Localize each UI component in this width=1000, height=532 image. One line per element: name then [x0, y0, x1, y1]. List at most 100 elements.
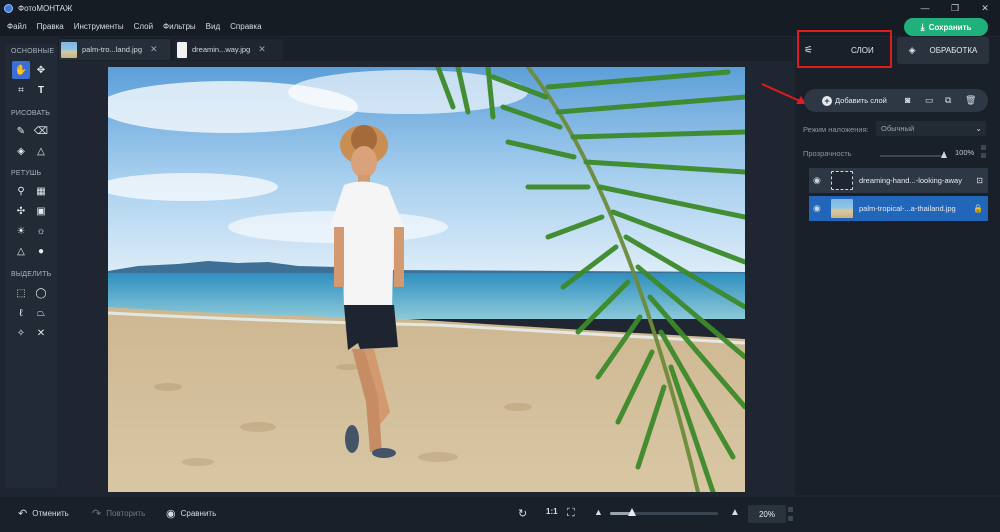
move-icon[interactable]: ✥ [32, 61, 50, 79]
blend-mode-select[interactable]: Обычный ⌄ [876, 121, 986, 136]
save-button[interactable]: ⤓ Сохранить [904, 18, 988, 36]
lock-icon[interactable]: 🔒 [973, 204, 983, 213]
eye-icon: ◉ [166, 508, 176, 520]
zoom-value: 20% [758, 509, 775, 519]
unlock-icon[interactable]: ⊡ [976, 176, 983, 185]
tab-name: dreamin...way.jpg [192, 45, 251, 54]
tab-palm-tropical[interactable]: palm-tro...land.jpg ✕ [59, 39, 170, 60]
undo-icon: ↶ [18, 508, 28, 520]
beach-photo [108, 67, 745, 492]
compare-label: Сравнить [180, 509, 217, 518]
zoom-out-icon[interactable]: ▲ [594, 507, 603, 517]
add-layer-label: Добавить слой [835, 96, 887, 105]
app-title: ФотоМОНТАЖ [18, 3, 73, 13]
text-icon[interactable]: T [32, 81, 50, 99]
eraser-icon[interactable]: ⌫ [32, 122, 50, 140]
redo-label: Повторить [106, 509, 146, 518]
fit-screen-icon[interactable]: ⛶ [567, 507, 575, 520]
title-bar: ФотоМОНТАЖ — ❐ ✕ [0, 0, 1000, 16]
opacity-slider[interactable] [880, 151, 947, 158]
menu-view[interactable]: Вид [206, 22, 220, 31]
bottom-bar: ↶ Отменить ↷ Повторить ◉ Сравнить ↻ 1:1 … [0, 497, 1000, 532]
opacity-slider-handle[interactable] [941, 151, 947, 158]
tab-processing[interactable]: ◈ ОБРАБОТКА [897, 37, 989, 64]
heal-icon[interactable]: ✣ [12, 202, 30, 220]
menu-tools[interactable]: Инструменты [74, 22, 124, 31]
lighten-icon[interactable]: ☼ [32, 222, 50, 240]
undo-button[interactable]: ↶ Отменить [18, 507, 69, 520]
opacity-stepper[interactable] [981, 145, 986, 158]
hand-icon[interactable]: ✋ [12, 61, 30, 79]
tab-thumbnail [177, 41, 187, 58]
menu-layer[interactable]: Слой [134, 22, 153, 31]
menu-help[interactable]: Справка [230, 22, 261, 31]
fill-icon[interactable]: ◈ [12, 142, 30, 160]
undo-label: Отменить [32, 509, 69, 518]
folder-icon[interactable]: ▭ [925, 95, 934, 106]
layer-thumbnail [831, 171, 853, 190]
tab-processing-label: ОБРАБОТКА [929, 46, 978, 55]
toolbox: ОСНОВНЫЕ ✋ ✥ ⌗ T РИСОВАТЬ ✎ ⌫ ◈ △ РЕТУШЬ… [5, 44, 57, 488]
magic-lasso-icon[interactable]: ✧ [12, 324, 30, 342]
highlight-frame [797, 30, 892, 68]
eye-icon[interactable]: ◉ [813, 175, 825, 186]
redo-button[interactable]: ↷ Повторить [92, 507, 145, 520]
tab-dreaming[interactable]: dreamin...way.jpg ✕ [175, 39, 283, 60]
blend-mode-value: Обычный [881, 124, 915, 133]
canvas-image[interactable] [108, 67, 745, 492]
layer-toolbar: + Добавить слой ◙ ▭ ⧉ 🗑 [804, 89, 988, 112]
section-label-retouch: РЕТУШЬ [11, 170, 42, 177]
window-controls: — ❐ ✕ [910, 0, 1000, 16]
layer-row-dreaming[interactable]: ◉ dreaming-hand...-looking-away ⊡ [809, 168, 988, 193]
close-icon[interactable]: ✕ [258, 44, 266, 55]
chevron-down-icon: ⌄ [975, 124, 982, 133]
brush-icon[interactable]: ✎ [12, 122, 30, 140]
layer-thumbnail [831, 199, 853, 218]
ellipse-select-icon[interactable]: ◯ [32, 284, 50, 302]
stamp-icon[interactable]: ⚲ [12, 182, 30, 200]
actual-size-button[interactable]: 1:1 [546, 507, 558, 516]
document-tabs: palm-tro...land.jpg ✕ dreamin...way.jpg … [58, 37, 793, 61]
zoom-in-icon[interactable]: ▲ [730, 507, 740, 518]
trash-icon[interactable]: 🗑 [965, 95, 976, 106]
close-button[interactable]: ✕ [970, 0, 1000, 16]
compare-button[interactable]: ◉ Сравнить [166, 507, 216, 520]
magic-wand-icon[interactable]: ✕ [32, 324, 50, 342]
download-icon: ⤓ [920, 21, 925, 32]
add-layer-button[interactable]: + Добавить слой [822, 95, 887, 106]
brightness-icon[interactable]: ☀ [12, 222, 30, 240]
restore-button[interactable]: ❐ [940, 0, 970, 16]
red-arrow-annotation [761, 83, 806, 104]
rotate-icon[interactable]: ↻ [518, 507, 527, 520]
frame-icon[interactable]: ▣ [32, 202, 50, 220]
zoom-value-input[interactable]: 20% [748, 505, 786, 523]
opacity-label: Прозрачность [803, 149, 852, 158]
close-icon[interactable]: ✕ [150, 44, 158, 55]
zoom-stepper[interactable] [788, 507, 793, 521]
sharpen-icon[interactable]: △ [12, 242, 30, 260]
menu-edit[interactable]: Правка [37, 22, 64, 31]
drop-icon[interactable]: ● [32, 242, 50, 260]
menu-filters[interactable]: Фильтры [163, 22, 196, 31]
patch-icon[interactable]: ▦ [32, 182, 50, 200]
duplicate-icon[interactable]: ⧉ [945, 95, 951, 106]
rect-select-icon[interactable]: ⬚ [12, 284, 30, 302]
layer-name: dreaming-hand...-looking-away [859, 176, 962, 185]
menu-file[interactable]: Файл [7, 22, 27, 31]
plus-icon: + [822, 95, 832, 106]
zoom-slider[interactable] [610, 508, 718, 516]
mask-icon[interactable]: ◙ [905, 95, 910, 105]
app-logo-icon [4, 3, 13, 13]
section-label-basic: ОСНОВНЫЕ [11, 48, 55, 55]
eye-icon[interactable]: ◉ [813, 203, 825, 214]
tab-thumbnail [61, 41, 77, 58]
crop-icon[interactable]: ⌗ [12, 81, 30, 99]
layer-row-palm[interactable]: ◉ palm-tropical-...a-thailand.jpg 🔒 [809, 196, 988, 221]
layers-stack-icon: ◈ [908, 45, 916, 55]
shapes-icon[interactable]: △ [32, 142, 50, 160]
polygon-lasso-icon[interactable]: ⏢ [32, 304, 50, 322]
tab-name: palm-tro...land.jpg [82, 45, 143, 54]
lasso-icon[interactable]: ℓ [12, 304, 30, 322]
zoom-slider-handle[interactable] [627, 508, 636, 516]
minimize-button[interactable]: — [910, 0, 940, 16]
